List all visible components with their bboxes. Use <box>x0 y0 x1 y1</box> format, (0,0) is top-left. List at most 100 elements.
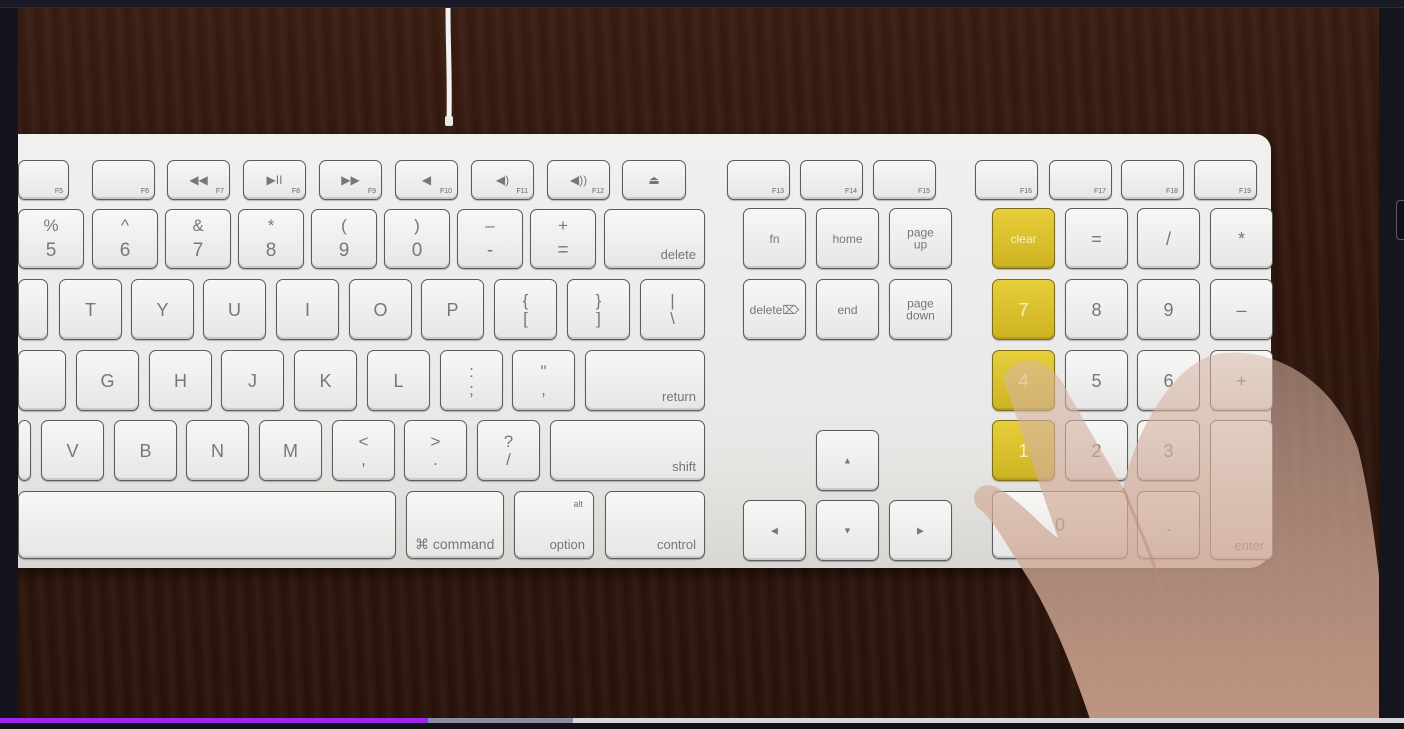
key-r-partial[interactable] <box>18 279 48 340</box>
key-label: = <box>557 240 569 261</box>
key-f10-mute[interactable]: ◀ F10 <box>395 160 458 200</box>
key-f16[interactable]: F16 <box>975 160 1038 200</box>
key-f15[interactable]: F15 <box>873 160 936 200</box>
key-shift-right[interactable]: shift <box>550 420 705 481</box>
key-f11-volume-down[interactable]: ◀) F11 <box>471 160 534 200</box>
key-f-partial[interactable] <box>18 350 66 411</box>
key-c-partial[interactable] <box>18 420 31 481</box>
key-label: 7 <box>192 240 204 261</box>
key-v[interactable]: V <box>41 420 104 481</box>
key-i[interactable]: I <box>276 279 339 340</box>
key-page-up[interactable]: page up <box>889 208 952 269</box>
key-7[interactable]: & 7 <box>165 209 231 269</box>
side-panel-handle[interactable] <box>1396 200 1404 240</box>
numpad-0[interactable]: 0 <box>992 491 1128 559</box>
numpad-3[interactable]: 3 <box>1137 420 1200 481</box>
key-f14[interactable]: F14 <box>800 160 863 200</box>
key-f8-play-pause[interactable]: ▶II F8 <box>243 160 306 200</box>
key-close-bracket[interactable]: }] <box>567 279 630 340</box>
key-return[interactable]: return <box>585 350 705 411</box>
numpad-7[interactable]: 7 <box>992 279 1055 340</box>
key-end[interactable]: end <box>816 279 879 340</box>
key-label: Y <box>156 299 169 320</box>
key-f17[interactable]: F17 <box>1049 160 1112 200</box>
key-backslash[interactable]: | \ <box>640 279 705 340</box>
numpad-2[interactable]: 2 <box>1065 420 1128 481</box>
key-equals[interactable]: + = <box>530 209 596 269</box>
key-h[interactable]: H <box>149 350 212 411</box>
key-command-right[interactable]: ⌘ command <box>406 491 504 559</box>
key-f19[interactable]: F19 <box>1194 160 1257 200</box>
key-label: V <box>66 440 79 461</box>
key-label: home <box>832 231 863 246</box>
key-9[interactable]: (9 <box>311 209 377 269</box>
key-n[interactable]: N <box>186 420 249 481</box>
key-control-right[interactable]: control <box>605 491 705 559</box>
key-comma[interactable]: <, <box>332 420 395 481</box>
key-page-down[interactable]: page down <box>889 279 952 340</box>
numpad-decimal[interactable]: . <box>1137 491 1200 559</box>
key-u[interactable]: U <box>203 279 266 340</box>
key-f5[interactable]: F5 <box>18 160 69 200</box>
key-l[interactable]: L <box>367 350 430 411</box>
key-eject[interactable]: ⏏ <box>622 160 686 200</box>
numpad-clear[interactable]: clear <box>992 208 1055 269</box>
key-y[interactable]: Y <box>131 279 194 340</box>
numpad-8[interactable]: 8 <box>1065 279 1128 340</box>
numpad-divide[interactable]: / <box>1137 208 1200 269</box>
right-letterbox <box>1379 8 1404 718</box>
key-5[interactable]: % 5 <box>18 209 84 269</box>
key-delete[interactable]: delete <box>604 209 705 269</box>
key-arrow-right[interactable]: ▶ <box>889 500 952 561</box>
key-fn[interactable]: fn <box>743 208 806 269</box>
key-b[interactable]: B <box>114 420 177 481</box>
numpad-5[interactable]: 5 <box>1065 350 1128 411</box>
numpad-6[interactable]: 6 <box>1137 350 1200 411</box>
key-f12-volume-up[interactable]: ◀)) F12 <box>547 160 610 200</box>
key-shift-label: | <box>670 291 675 310</box>
numpad-minus[interactable]: – <box>1210 279 1273 340</box>
key-f7-rewind[interactable]: ◀◀ F7 <box>167 160 230 200</box>
numpad-multiply[interactable]: * <box>1210 208 1273 269</box>
key-6[interactable]: ^ 6 <box>92 209 158 269</box>
key-f18[interactable]: F18 <box>1121 160 1184 200</box>
key-f13[interactable]: F13 <box>727 160 790 200</box>
eject-icon: ⏏ <box>648 173 660 187</box>
key-label: O <box>373 299 388 320</box>
key-g[interactable]: G <box>76 350 139 411</box>
key-semicolon[interactable]: :; <box>440 350 503 411</box>
arrow-left-icon: ◀ <box>771 525 778 535</box>
numpad-enter[interactable]: enter <box>1210 420 1273 560</box>
key-period[interactable]: >. <box>404 420 467 481</box>
key-arrow-down[interactable]: ▼ <box>816 500 879 561</box>
key-home[interactable]: home <box>816 208 879 269</box>
key-0[interactable]: ) 0 <box>384 209 450 269</box>
key-arrow-left[interactable]: ◀ <box>743 500 806 561</box>
numpad-plus[interactable]: + <box>1210 350 1273 411</box>
key-arrow-up[interactable]: ▲ <box>816 430 879 491</box>
key-quote[interactable]: ", <box>512 350 575 411</box>
key-open-bracket[interactable]: {[ <box>494 279 557 340</box>
numpad-1[interactable]: 1 <box>992 420 1055 481</box>
key-space[interactable] <box>18 491 396 559</box>
key-forward-delete[interactable]: delete⌦ <box>743 279 806 340</box>
key-label-group: delete⌦ <box>744 304 805 316</box>
key-8[interactable]: * 8 <box>238 209 304 269</box>
key-o[interactable]: O <box>349 279 412 340</box>
key-option-right[interactable]: alt option <box>514 491 594 559</box>
key-f6[interactable]: F6 <box>92 160 155 200</box>
key-shift-label: ? <box>503 432 514 451</box>
key-slash[interactable]: ? / <box>477 420 540 481</box>
video-frame[interactable]: F5 F6 ◀◀ F7 ▶II F8 ▶▶ F9 ◀ F10 ◀) F11 ◀)) F12 … <box>18 8 1379 718</box>
key-minus[interactable]: – - <box>457 209 523 269</box>
key-f9-forward[interactable]: ▶▶ F9 <box>319 160 382 200</box>
key-m[interactable]: M <box>259 420 322 481</box>
numpad-9[interactable]: 9 <box>1137 279 1200 340</box>
key-p[interactable]: P <box>421 279 484 340</box>
numpad-equals[interactable]: = <box>1065 208 1128 269</box>
numpad-4[interactable]: 4 <box>992 350 1055 411</box>
key-t[interactable]: T <box>59 279 122 340</box>
key-j[interactable]: J <box>221 350 284 411</box>
key-k[interactable]: K <box>294 350 357 411</box>
key-alt-label: alt <box>573 499 583 509</box>
